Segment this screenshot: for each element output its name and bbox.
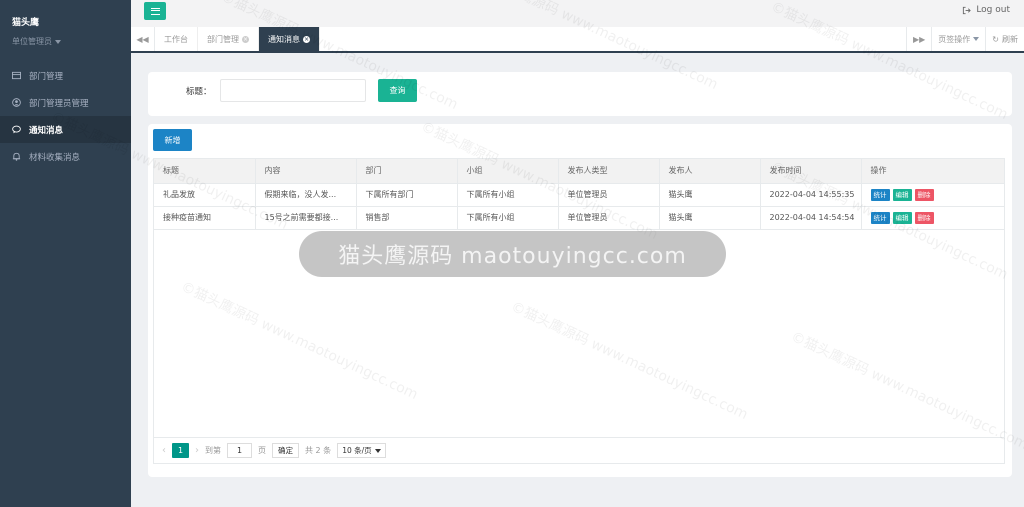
goto-label: 到第	[205, 446, 221, 455]
sidebar-item-dept-admin-management[interactable]: 部门管理员管理	[0, 89, 131, 116]
sidebar-item-label: 材料收集消息	[29, 152, 81, 163]
refresh-icon: ↻	[992, 34, 999, 44]
tab-workbench[interactable]: 工作台	[155, 27, 198, 51]
caret-down-icon	[973, 37, 980, 41]
page-ops-dropdown[interactable]: 页签操作	[931, 27, 985, 51]
tab-label: 工作台	[164, 34, 188, 44]
tab-label: 通知消息	[268, 34, 300, 44]
brand-name: 猫头鹰	[12, 18, 40, 28]
column-header[interactable]: 小组	[457, 159, 559, 184]
sidebar-item-label: 部门管理员管理	[29, 98, 89, 109]
tab-dept-management[interactable]: 部门管理 ×	[198, 27, 259, 51]
tabs-scroll-left-button[interactable]: ◀◀	[131, 27, 155, 51]
total-count: 共 2 条	[305, 446, 332, 455]
tab-notifications[interactable]: 通知消息 ×	[259, 27, 320, 51]
column-header[interactable]: 标题	[154, 159, 256, 184]
sidebar-item-material-messages[interactable]: 材料收集消息	[0, 143, 131, 170]
cell-content: 假期来临，没人发...	[255, 183, 357, 207]
cell-time: 2022-04-04 14:54:54	[760, 206, 862, 230]
goto-page-input[interactable]: 1	[227, 443, 252, 458]
column-header: 操作	[861, 159, 1004, 184]
cell-actions: 统计 编辑 删除	[861, 206, 1004, 230]
logout-label: Log out	[976, 5, 1010, 15]
page-unit-label: 页	[258, 446, 266, 455]
sidebar-item-notifications[interactable]: 通知消息	[0, 116, 131, 143]
tabs-actions: ▶▶ 页签操作 ↻ 刷新	[905, 27, 1024, 51]
delete-button[interactable]: 删除	[914, 188, 934, 201]
cell-publisher-type: 单位管理员	[558, 206, 660, 230]
edit-button[interactable]: 编辑	[892, 188, 912, 201]
pagination: ‹ 1 › 到第 1 页 确定 共 2 条 10 条/页	[154, 437, 1004, 463]
tabs-bar: ◀◀ 工作台 部门管理 × 通知消息 × ▶▶ 页签操作 ↻ 刷新	[131, 27, 1024, 53]
sidebar-item-dept-management[interactable]: 部门管理	[0, 62, 131, 89]
close-icon[interactable]: ×	[303, 35, 310, 43]
cell-publisher-type: 单位管理员	[558, 183, 660, 207]
column-header[interactable]: 发布人	[659, 159, 761, 184]
cell-title: 礼品发放	[154, 183, 256, 207]
table-icon	[12, 71, 21, 80]
tab-list: 工作台 部门管理 × 通知消息 ×	[155, 27, 906, 51]
page-number-current[interactable]: 1	[172, 443, 189, 458]
topbar: Log out	[131, 0, 1024, 27]
table-panel: 新增 标题 内容 部门 小组 发布人类型 发布人 发布时间 操作 礼品发放 假期…	[148, 124, 1012, 477]
table-row[interactable]: 礼品发放 假期来临，没人发... 下属所有部门 下属所有小组 单位管理员 猫头鹰…	[154, 183, 1004, 207]
close-icon[interactable]: ×	[242, 35, 249, 43]
menu-toggle-button[interactable]	[144, 2, 166, 20]
comment-icon	[12, 125, 21, 134]
page-ops-label: 页签操作	[938, 34, 971, 44]
sign-out-icon	[963, 6, 972, 14]
hamburger-icon	[150, 7, 160, 15]
delete-button[interactable]: 删除	[914, 211, 934, 224]
cell-group: 下属所有小组	[457, 183, 559, 207]
double-right-arrow-icon: ▶▶	[912, 34, 926, 44]
brand: 猫头鹰 单位管理员	[0, 0, 131, 62]
bell-icon	[12, 152, 21, 161]
stat-button[interactable]: 统计	[870, 188, 890, 201]
data-table: 标题 内容 部门 小组 发布人类型 发布人 发布时间 操作 礼品发放 假期来临，…	[153, 158, 1005, 464]
user-role-label: 单位管理员	[12, 37, 52, 46]
logout-button[interactable]: Log out	[962, 5, 1010, 15]
title-filter-input[interactable]	[220, 79, 366, 102]
page-size-select[interactable]: 10 条/页	[337, 443, 386, 458]
edit-button[interactable]: 编辑	[892, 211, 912, 224]
double-left-arrow-icon: ◀◀	[136, 34, 149, 44]
refresh-button[interactable]: ↻ 刷新	[985, 27, 1024, 51]
caret-down-icon	[374, 448, 381, 453]
cell-title: 接种疫苗通知	[154, 206, 256, 230]
sidebar: 猫头鹰 单位管理员 部门管理 部门管理员管理 通知消息 材料收集消息	[0, 0, 131, 507]
cell-time: 2022-04-04 14:55:35	[760, 183, 862, 207]
title-filter-label: 标题：	[186, 87, 212, 97]
column-header[interactable]: 部门	[356, 159, 458, 184]
column-header[interactable]: 发布人类型	[558, 159, 660, 184]
table-header-row: 标题 内容 部门 小组 发布人类型 发布人 发布时间 操作	[154, 159, 1004, 184]
goto-confirm-button[interactable]: 确定	[272, 443, 299, 458]
refresh-label: 刷新	[1002, 34, 1018, 44]
table-row[interactable]: 接种疫苗通知 15号之前需要都接... 销售部 下属所有小组 单位管理员 猫头鹰…	[154, 206, 1004, 230]
sidebar-item-label: 部门管理	[29, 71, 64, 82]
sidebar-item-label: 通知消息	[29, 125, 64, 136]
cell-content: 15号之前需要都接...	[255, 206, 357, 230]
column-header[interactable]: 内容	[255, 159, 357, 184]
search-panel: 标题： 查询	[148, 72, 1012, 116]
stat-button[interactable]: 统计	[870, 211, 890, 224]
tab-label: 部门管理	[207, 34, 239, 44]
next-page-icon[interactable]: ›	[195, 445, 199, 456]
cell-group: 下属所有小组	[457, 206, 559, 230]
watermark-banner: 猫头鹰源码 maotouyingcc.com	[299, 231, 726, 277]
user-role-dropdown[interactable]: 单位管理员	[12, 36, 119, 47]
cell-publisher: 猫头鹰	[659, 206, 761, 230]
tabs-scroll-right-button[interactable]: ▶▶	[905, 27, 931, 51]
query-button[interactable]: 查询	[378, 79, 417, 102]
cell-publisher: 猫头鹰	[659, 183, 761, 207]
cell-dept: 销售部	[356, 206, 458, 230]
prev-page-icon[interactable]: ‹	[162, 445, 166, 456]
caret-down-icon	[55, 39, 61, 44]
cell-actions: 统计 编辑 删除	[861, 183, 1004, 207]
column-header[interactable]: 发布时间	[760, 159, 862, 184]
add-button[interactable]: 新增	[153, 129, 192, 151]
page-size-value: 10 条/页	[342, 446, 372, 455]
user-circle-icon	[12, 98, 21, 107]
cell-dept: 下属所有部门	[356, 183, 458, 207]
